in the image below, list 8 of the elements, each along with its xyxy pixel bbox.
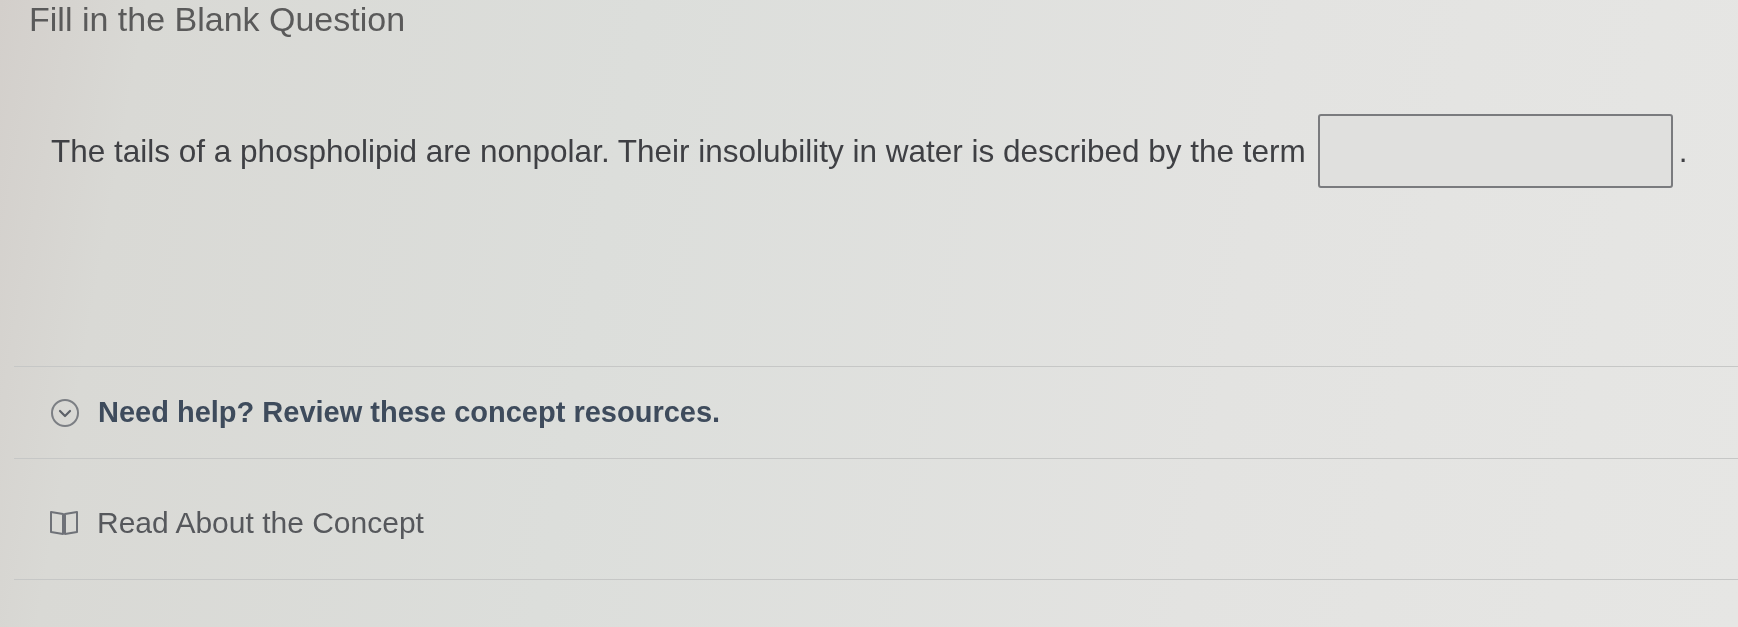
chevron-down-icon — [50, 397, 80, 428]
answer-box[interactable] — [1317, 114, 1673, 188]
question-text: . — [1678, 132, 1688, 170]
question-text: The tails of a phospholipid are nonpolar. Their insolubility in water is described by the term — [51, 132, 1306, 170]
concept-link[interactable]: Read About the Concept — [49, 506, 424, 540]
question-type-heading: Fill in the Blank Question — [28, 0, 406, 38]
help-toggle[interactable]: Need help? Review these concept resources. — [50, 392, 721, 433]
open-book-icon — [49, 508, 79, 538]
